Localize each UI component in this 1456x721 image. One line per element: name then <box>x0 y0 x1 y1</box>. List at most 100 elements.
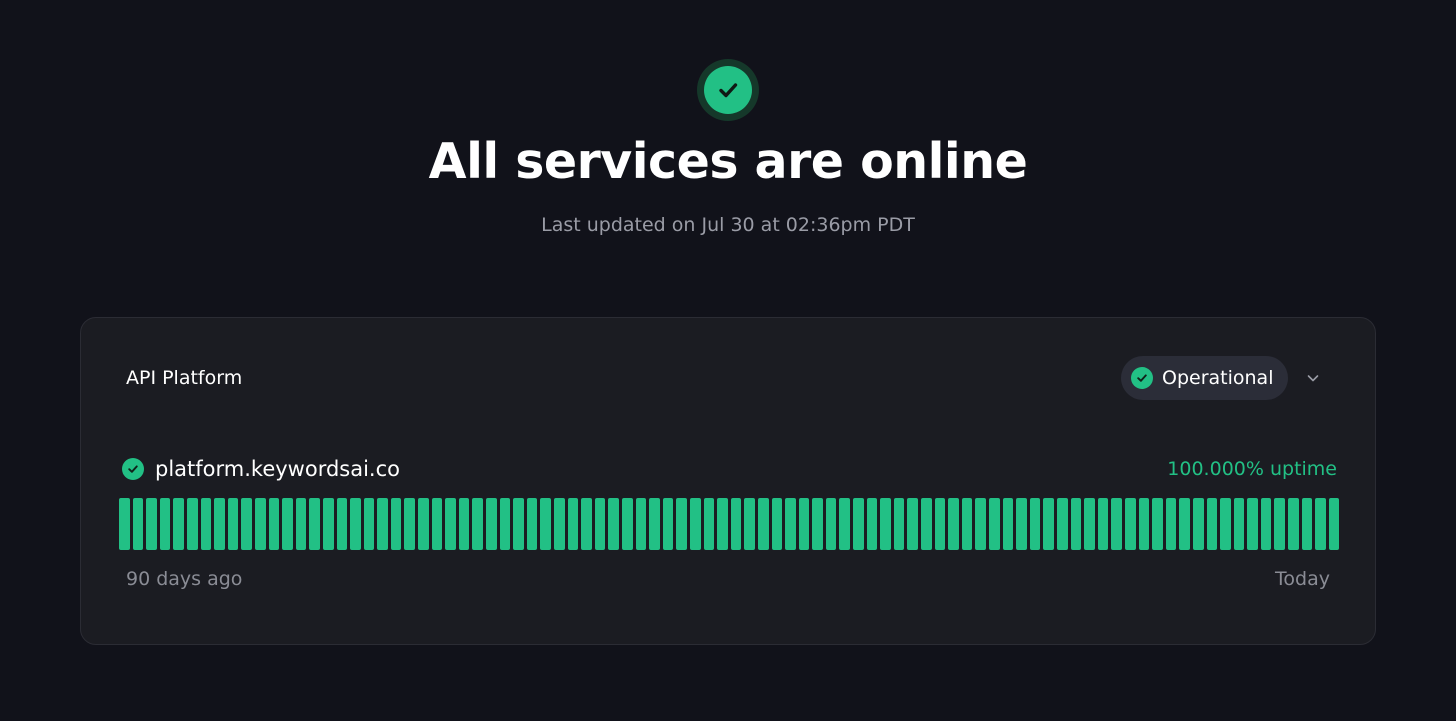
uptime-day-bar[interactable] <box>1016 498 1027 550</box>
uptime-day-bar[interactable] <box>608 498 619 550</box>
uptime-day-bar[interactable] <box>322 498 334 550</box>
uptime-day-bar[interactable] <box>159 498 171 550</box>
uptime-day-bar[interactable] <box>132 498 144 550</box>
uptime-day-bar[interactable] <box>377 498 388 550</box>
uptime-day-bar[interactable] <box>363 498 375 550</box>
uptime-day-bar[interactable] <box>458 498 470 550</box>
uptime-day-bar[interactable] <box>989 498 1000 550</box>
status-label: Operational <box>1162 367 1274 389</box>
uptime-day-bar[interactable] <box>1138 498 1150 550</box>
uptime-day-bar[interactable] <box>1124 498 1136 550</box>
uptime-day-bar[interactable] <box>961 498 973 550</box>
uptime-day-bar[interactable] <box>621 498 633 550</box>
uptime-day-bar[interactable] <box>1220 498 1231 550</box>
uptime-day-bar[interactable] <box>1260 498 1272 550</box>
uptime-day-bar[interactable] <box>526 498 538 550</box>
uptime-day-bar[interactable] <box>445 498 456 550</box>
uptime-day-bar[interactable] <box>1152 498 1163 550</box>
uptime-day-bar[interactable] <box>336 498 348 550</box>
uptime-day-bar[interactable] <box>390 498 402 550</box>
uptime-day-bar[interactable] <box>173 498 184 550</box>
uptime-day-bar[interactable] <box>282 498 293 550</box>
uptime-day-bar[interactable] <box>662 498 674 550</box>
uptime-day-bar[interactable] <box>1288 498 1299 550</box>
chevron-down-icon[interactable] <box>1303 368 1323 388</box>
uptime-day-bar[interactable] <box>309 498 320 550</box>
uptime-day-bar[interactable] <box>431 498 443 550</box>
uptime-day-bar[interactable] <box>853 498 864 550</box>
uptime-day-bar[interactable] <box>1301 498 1313 550</box>
uptime-day-bar[interactable] <box>200 498 212 550</box>
uptime-day-bar[interactable] <box>295 498 307 550</box>
uptime-day-bar[interactable] <box>594 498 606 550</box>
uptime-day-bar[interactable] <box>119 498 130 550</box>
uptime-day-bar[interactable] <box>146 498 157 550</box>
uptime-day-bar[interactable] <box>744 498 755 550</box>
card-title: API Platform <box>126 367 243 389</box>
uptime-day-bar[interactable] <box>893 498 905 550</box>
uptime-day-bar[interactable] <box>254 498 266 550</box>
uptime-day-bar[interactable] <box>730 498 742 550</box>
uptime-percentage: 100.000% uptime <box>1167 458 1337 480</box>
uptime-day-bar[interactable] <box>418 498 429 550</box>
uptime-day-bar[interactable] <box>839 498 851 550</box>
uptime-day-bar[interactable] <box>717 498 728 550</box>
uptime-day-bar[interactable] <box>241 498 252 550</box>
uptime-day-bar[interactable] <box>350 498 361 550</box>
uptime-day-bar[interactable] <box>1111 498 1122 550</box>
uptime-day-bar[interactable] <box>907 498 919 550</box>
uptime-day-bar[interactable] <box>798 498 810 550</box>
uptime-day-bar[interactable] <box>1043 498 1054 550</box>
check-circle-icon <box>697 59 759 121</box>
uptime-day-bar[interactable] <box>1084 498 1095 550</box>
api-platform-card: API Platform Operational platform.keywor… <box>80 317 1376 645</box>
uptime-day-bar[interactable] <box>227 498 239 550</box>
uptime-day-bar[interactable] <box>1233 498 1245 550</box>
uptime-day-bar[interactable] <box>554 498 565 550</box>
uptime-day-bar[interactable] <box>1328 498 1340 550</box>
uptime-day-bar[interactable] <box>703 498 715 550</box>
uptime-day-bar[interactable] <box>1070 498 1082 550</box>
uptime-day-bar[interactable] <box>1192 498 1204 550</box>
uptime-day-bar[interactable] <box>649 498 660 550</box>
check-circle-icon <box>122 458 144 480</box>
uptime-day-bar[interactable] <box>1029 498 1041 550</box>
uptime-day-bar[interactable] <box>1274 498 1286 550</box>
uptime-day-bar[interactable] <box>499 498 511 550</box>
uptime-day-bar[interactable] <box>757 498 769 550</box>
uptime-day-bar[interactable] <box>1165 498 1177 550</box>
uptime-day-bar[interactable] <box>186 498 198 550</box>
uptime-day-bar[interactable] <box>934 498 946 550</box>
uptime-day-bar[interactable] <box>921 498 932 550</box>
uptime-day-bar[interactable] <box>1179 498 1190 550</box>
uptime-day-bar[interactable] <box>1315 498 1326 550</box>
uptime-day-bar[interactable] <box>812 498 823 550</box>
uptime-day-bar[interactable] <box>1206 498 1218 550</box>
uptime-day-bar[interactable] <box>635 498 647 550</box>
uptime-day-bar[interactable] <box>1056 498 1068 550</box>
uptime-day-bar[interactable] <box>404 498 416 550</box>
uptime-day-bar[interactable] <box>975 498 986 550</box>
uptime-day-bar[interactable] <box>825 498 837 550</box>
uptime-day-bar[interactable] <box>676 498 687 550</box>
uptime-day-bar[interactable] <box>689 498 701 550</box>
uptime-day-bar[interactable] <box>567 498 579 550</box>
uptime-day-bar[interactable] <box>1097 498 1109 550</box>
uptime-day-bar[interactable] <box>540 498 551 550</box>
uptime-day-bar[interactable] <box>1002 498 1014 550</box>
uptime-day-bar[interactable] <box>581 498 592 550</box>
uptime-day-bar[interactable] <box>486 498 497 550</box>
check-circle-icon <box>1131 367 1153 389</box>
uptime-day-bar[interactable] <box>268 498 280 550</box>
uptime-day-bar[interactable] <box>214 498 225 550</box>
service-name: platform.keywordsai.co <box>155 457 400 481</box>
uptime-day-bar[interactable] <box>1247 498 1258 550</box>
uptime-day-bar[interactable] <box>948 498 959 550</box>
uptime-day-bar[interactable] <box>771 498 783 550</box>
uptime-day-bar[interactable] <box>880 498 891 550</box>
uptime-day-bar[interactable] <box>866 498 878 550</box>
uptime-day-bar[interactable] <box>513 498 524 550</box>
uptime-day-bar[interactable] <box>785 498 796 550</box>
uptime-day-bar[interactable] <box>472 498 484 550</box>
status-badge[interactable]: Operational <box>1121 356 1288 400</box>
